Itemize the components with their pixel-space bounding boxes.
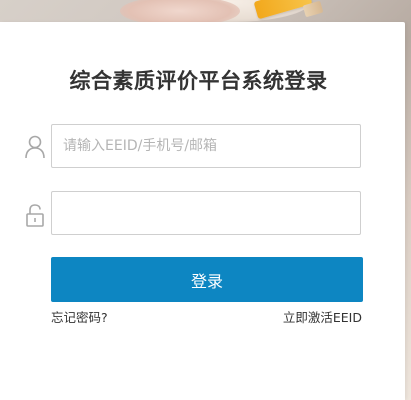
page-title: 综合素质评价平台系统登录	[69, 69, 328, 93]
user-icon	[24, 135, 46, 159]
login-button[interactable]: 登录	[51, 257, 363, 302]
lock-icon	[24, 203, 46, 227]
username-input[interactable]	[51, 124, 361, 168]
password-input[interactable]	[51, 191, 361, 235]
login-card: 综合素质评价平台系统登录 登录 忘记密码? 立即激活EEID	[0, 22, 405, 400]
activate-eeid-link[interactable]: 立即激活EEID	[283, 307, 362, 326]
forgot-password-link[interactable]: 忘记密码?	[51, 307, 108, 326]
